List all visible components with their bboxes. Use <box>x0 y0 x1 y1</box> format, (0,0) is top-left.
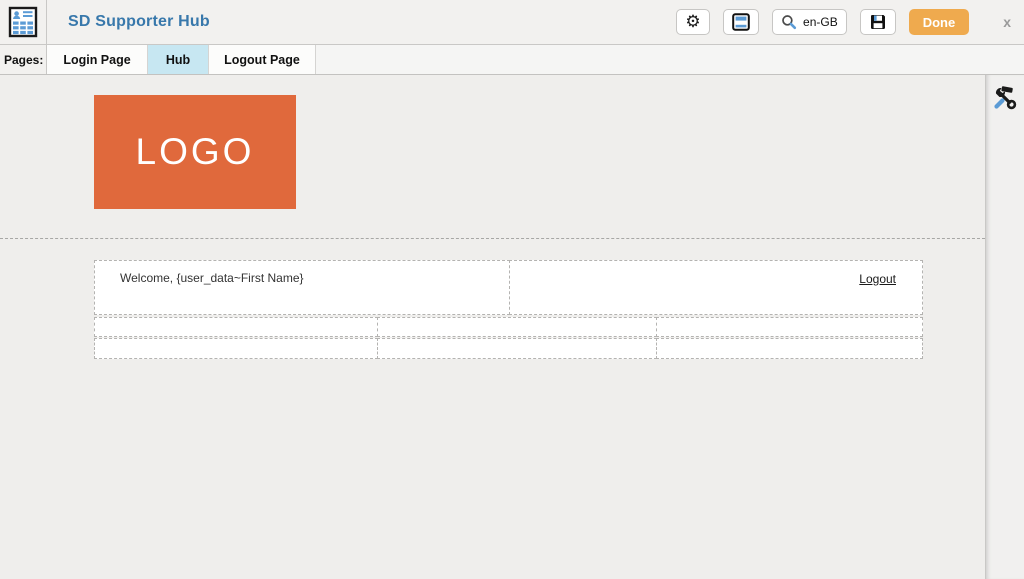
pages-tab-bar: Pages: Login Page Hub Logout Page <box>0 45 1024 75</box>
supporter-form-icon <box>8 6 38 38</box>
welcome-text: Welcome, {user_data~First Name} <box>120 271 304 285</box>
layout-preview-button[interactable] <box>723 9 759 35</box>
tab-login-page[interactable]: Login Page <box>47 45 148 74</box>
empty-cell[interactable] <box>656 317 923 337</box>
floppy-disk-icon <box>869 13 887 31</box>
tab-bar-filler <box>316 45 1024 74</box>
empty-row <box>94 317 923 337</box>
empty-cell[interactable] <box>377 338 657 359</box>
tab-hub[interactable]: Hub <box>148 45 209 74</box>
page-title: SD Supporter Hub <box>68 13 210 31</box>
toolbar: ⚙ en-GB <box>676 9 1024 35</box>
gear-icon: ⚙ <box>685 14 700 31</box>
empty-cell[interactable] <box>656 338 923 359</box>
layout-preview-icon <box>732 13 750 31</box>
done-button[interactable]: Done <box>909 9 970 35</box>
close-button[interactable]: x <box>1003 14 1011 30</box>
pages-label: Pages: <box>0 45 47 74</box>
empty-row <box>94 338 923 359</box>
top-header-bar: SD Supporter Hub ⚙ en-GB <box>0 0 1024 45</box>
tools-button[interactable] <box>991 84 1019 112</box>
template-body-grid: Welcome, {user_data~First Name} Logout <box>94 260 923 359</box>
empty-cell[interactable] <box>94 317 378 337</box>
welcome-row: Welcome, {user_data~First Name} Logout <box>94 260 923 315</box>
save-button[interactable] <box>860 9 896 35</box>
app-logo-button[interactable] <box>0 0 47 44</box>
logout-link[interactable]: Logout <box>859 272 896 286</box>
logout-cell[interactable]: Logout <box>509 260 923 315</box>
search-icon <box>781 14 797 30</box>
locale-label: en-GB <box>803 15 838 29</box>
welcome-text-cell[interactable]: Welcome, {user_data~First Name} <box>94 260 510 315</box>
editor-canvas: LOGO Welcome, {user_data~First Name} Log… <box>0 75 985 579</box>
template-header-region[interactable]: LOGO <box>0 75 985 239</box>
empty-cell[interactable] <box>377 317 657 337</box>
hammer-wrench-icon <box>992 85 1018 111</box>
settings-button[interactable]: ⚙ <box>676 9 710 35</box>
logo-placeholder[interactable]: LOGO <box>94 95 296 209</box>
locale-search-button[interactable]: en-GB <box>772 9 847 35</box>
tools-panel <box>985 75 1024 579</box>
app-window: SD Supporter Hub ⚙ en-GB <box>0 0 1024 579</box>
empty-cell[interactable] <box>94 338 378 359</box>
tab-logout-page[interactable]: Logout Page <box>209 45 316 74</box>
